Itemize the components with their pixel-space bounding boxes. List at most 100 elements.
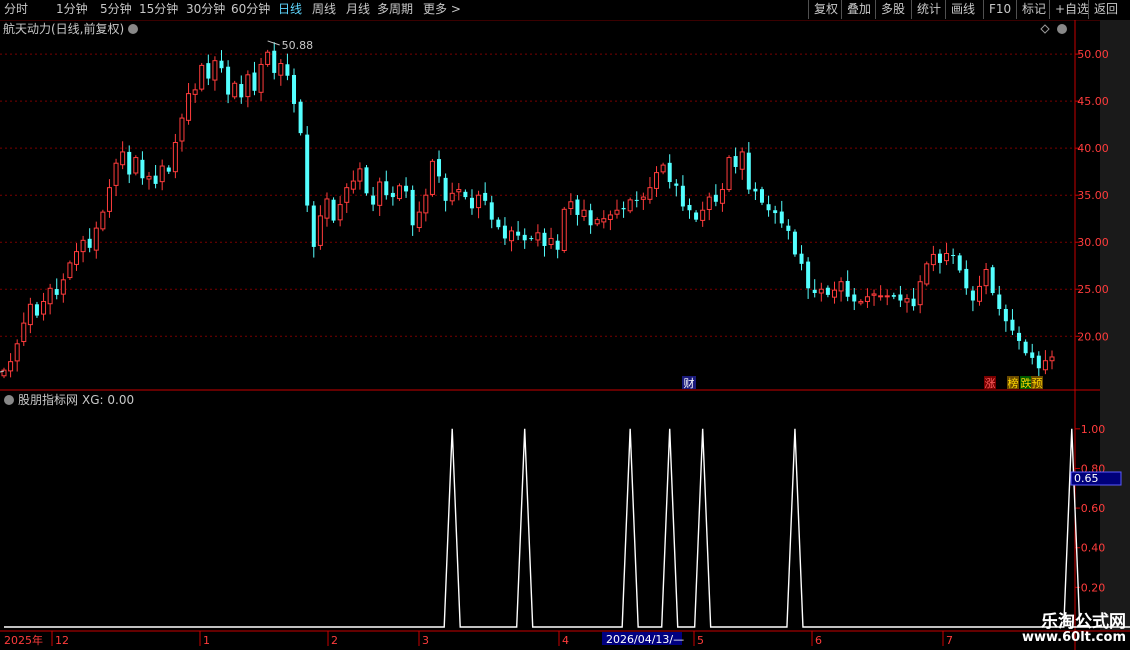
candle-body [654,172,660,189]
candle-body [14,343,20,362]
candle-body [483,192,488,201]
toolbar-button-8[interactable]: 返回 [1088,0,1123,19]
candle-body [660,164,666,173]
candle-body [93,227,99,251]
candle-body [990,267,995,294]
watermark-line2: www.60lt.com [1021,630,1126,645]
indicator-tick-label: 1.00 [1081,423,1106,436]
period-tab-9[interactable]: 多周期 [377,0,413,19]
candle-body [773,210,778,214]
candle-body [469,197,474,209]
candle-body [350,180,356,190]
candle-body [127,151,132,175]
period-tab-10[interactable]: 更多 > [423,0,461,19]
candle-body [1017,332,1022,341]
candle-body [1023,341,1028,354]
candle-body [186,93,192,121]
candle-body [278,63,284,76]
toolbar-button-6[interactable]: 标记 [1016,0,1051,19]
candle-body [113,162,119,186]
status-mark-2: 跌 [1021,376,1032,390]
toolbar-button-4[interactable]: 画线 [945,0,980,19]
candle-body [911,298,916,307]
candle-body [970,290,975,301]
toolbar-button-0[interactable]: 复权 [808,0,843,19]
candle-body [674,183,679,186]
candle-body [555,240,560,250]
period-tab-7[interactable]: 周线 [312,0,336,19]
candle-body [429,160,435,195]
candle-body [384,181,389,196]
period-tab-4[interactable]: 30分钟 [186,0,225,19]
month-label: 6 [815,634,822,647]
price-tick-label: 20.00 [1077,330,1109,343]
candle-body [818,288,824,294]
indicator-tick-label: 0.60 [1081,502,1106,515]
candle-body [357,168,363,182]
candle-body [621,207,626,210]
candle-body [759,189,764,203]
candle-body [983,268,989,287]
candle-body [199,64,205,90]
period-tab-2[interactable]: 5分钟 [100,0,132,19]
candle-body [8,361,14,372]
month-label: 12 [55,634,69,647]
candle-body [54,289,59,295]
month-label: 7 [946,634,953,647]
candle-body [219,60,224,69]
candle-body [680,185,685,207]
candle-body [864,296,870,302]
candle-body [601,218,607,223]
candle-body [509,230,515,242]
candle-body [898,294,903,301]
candle-body [838,281,844,292]
candle-body [285,64,290,76]
candle-body [858,300,864,304]
candle-body [561,208,567,251]
candle-body [232,82,238,98]
candle-body [502,225,507,239]
candle-body [937,253,942,263]
candle-body [106,187,112,212]
candle-body [133,157,139,174]
candle-body [733,156,738,167]
right-scroll-strip [1100,20,1130,630]
period-tab-3[interactable]: 15分钟 [139,0,178,19]
candle-body [146,175,152,180]
candle-body [265,51,271,65]
toolbar-button-2[interactable]: 多股 [875,0,910,19]
settings-dropdown-icon[interactable] [1057,24,1067,34]
high-price-label: 50.88 [282,39,314,52]
period-tab-1[interactable]: 1分钟 [56,0,88,19]
candle-body [588,210,593,226]
period-tab-5[interactable]: 60分钟 [231,0,270,19]
candle-body [1042,360,1048,371]
candle-body [463,191,468,198]
toolbar-button-5[interactable]: F10 [983,0,1016,19]
candle-body [687,204,692,211]
candle-body [311,205,316,247]
candle-body [627,199,633,212]
toolbar-button-1[interactable]: 叠加 [841,0,876,19]
candle-body [516,231,521,236]
toolbar-button-3[interactable]: 统计 [911,0,946,19]
indicator-dropdown-icon[interactable] [4,395,14,405]
diamond-icon[interactable] [1040,24,1050,34]
candle-body [192,89,198,95]
candle-body [443,177,448,201]
candle-body [21,322,27,343]
candle-body [34,304,39,316]
title-dropdown-icon[interactable] [128,24,138,34]
candle-body [1036,355,1041,369]
candle-body [614,209,620,215]
candle-body [437,159,442,177]
candle-body [852,294,857,302]
period-tab-0[interactable]: 分时 [4,0,28,19]
price-tick-label: 35.00 [1077,189,1109,202]
candle-body [891,295,896,297]
period-tab-8[interactable]: 月线 [346,0,370,19]
period-tab-6[interactable]: 日线 [278,0,302,19]
candle-body [390,192,395,198]
month-label: 3 [422,634,429,647]
high-marker-line [267,40,280,46]
